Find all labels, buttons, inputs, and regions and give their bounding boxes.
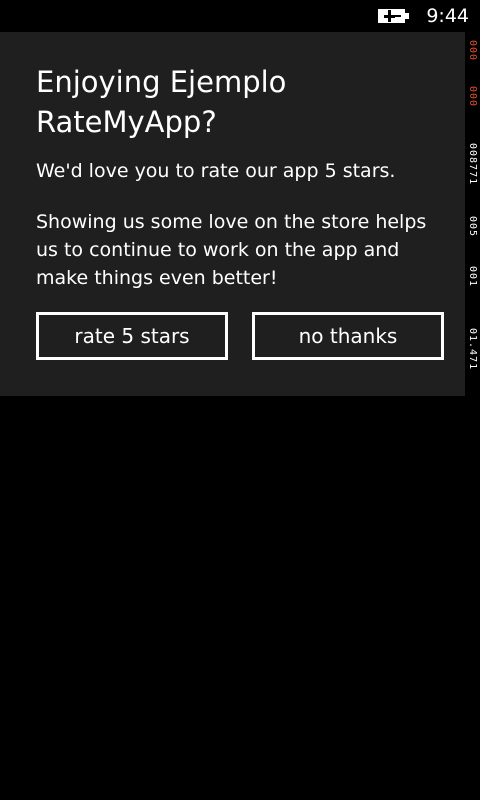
debug-counter-0: 000 [467,40,478,62]
debug-counter-1: 000 [467,86,478,108]
rate-5-stars-button[interactable]: rate 5 stars [36,312,228,360]
dialog-title: Enjoying Ejemplo RateMyApp? [36,65,287,139]
debug-counter-2: 008771 [467,142,478,186]
dialog-message: We'd love you to rate our app 5 stars. [36,160,396,182]
debug-counter-4: 001 [467,266,478,288]
battery-charging-icon [378,9,409,23]
debug-counter-3: 005 [467,216,478,238]
status-clock: 9:44 [426,5,469,27]
status-bar: 9:44 [0,0,480,32]
debug-counter-5: 01.471 [467,327,478,371]
frame-rate-counter-overlay: 000 000 008771 005 001 01.471 [465,32,480,396]
dialog-body: Showing us some love on the store helps … [36,211,427,289]
no-thanks-button[interactable]: no thanks [252,312,444,360]
rate-app-dialog: Enjoying Ejemplo RateMyApp? We'd love yo… [0,32,480,396]
